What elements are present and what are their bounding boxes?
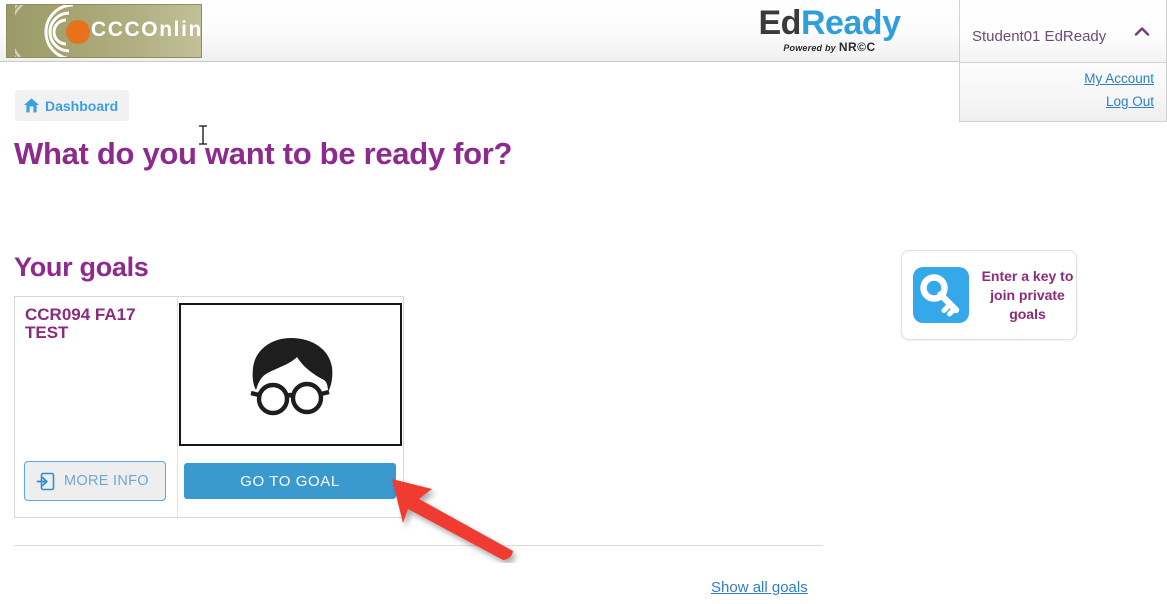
edready-powered-by: Powered by xyxy=(783,43,836,53)
more-info-label: MORE INFO xyxy=(64,473,149,489)
red-arrow-annotation xyxy=(392,479,513,561)
user-menu-dropdown: My Account Log Out xyxy=(959,63,1167,122)
edready-logo-ed: Ed xyxy=(758,4,801,42)
cccoonline-logo[interactable]: CCCOnline xyxy=(6,4,202,58)
goal-card-left-panel: CCR094 FA17 TEST MORE INFO xyxy=(15,297,178,517)
dashboard-button-label: Dashboard xyxy=(45,97,119,114)
sign-in-box-icon xyxy=(36,472,55,490)
enter-key-widget[interactable]: Enter a key to join private goals xyxy=(901,250,1077,340)
face-with-glasses-avatar xyxy=(250,338,333,416)
go-to-goal-label: GO TO GOAL xyxy=(240,472,340,490)
go-to-goal-button[interactable]: GO TO GOAL xyxy=(184,463,396,499)
key-icon xyxy=(920,274,960,317)
page-root: CCCOnline EdReady Powered by NR©C Studen… xyxy=(0,0,1167,604)
edready-logo-ready: Ready xyxy=(800,4,901,42)
text-cursor-icon xyxy=(199,125,207,145)
edready-logo: EdReady Powered by NR©C xyxy=(757,6,902,56)
goal-card: CCR094 FA17 TEST MORE INFO GO TO GOAL xyxy=(14,296,404,518)
footer-divider xyxy=(14,545,823,546)
show-all-goals-link[interactable]: Show all goals xyxy=(711,579,808,596)
menu-item-log-out[interactable]: Log Out xyxy=(960,94,1154,109)
cccoonline-logo-text: CCCOnline xyxy=(91,18,202,41)
goal-title: CCR094 FA17 TEST xyxy=(25,305,136,342)
page-title: What do you want to be ready for? xyxy=(14,136,513,171)
home-icon xyxy=(24,98,39,113)
edready-nroc: NR©C xyxy=(838,40,876,54)
chevron-up-icon xyxy=(1134,27,1150,36)
section-title-your-goals: Your goals xyxy=(14,252,149,282)
user-menu-toggle[interactable]: Student01 EdReady xyxy=(959,0,1167,63)
menu-item-my-account[interactable]: My Account xyxy=(960,71,1154,86)
key-icon-container xyxy=(913,267,969,323)
enter-key-label: Enter a key to join private goals xyxy=(981,267,1074,322)
user-name-label: Student01 EdReady xyxy=(972,28,1107,45)
goal-thumbnail[interactable] xyxy=(179,303,402,446)
more-info-button[interactable]: MORE INFO xyxy=(24,461,166,501)
dashboard-button[interactable]: Dashboard xyxy=(15,90,130,121)
